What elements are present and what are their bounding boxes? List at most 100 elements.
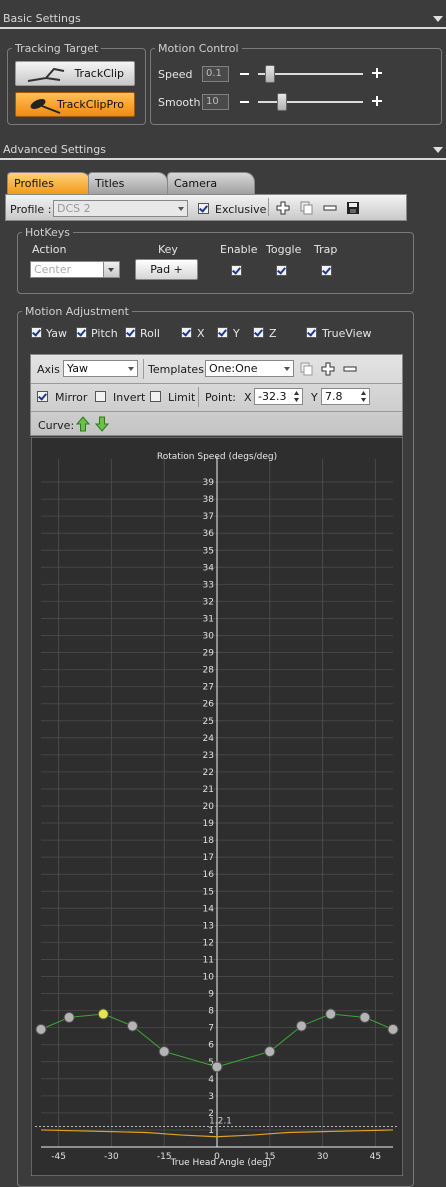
y-tick-label: 25 <box>203 717 214 727</box>
divider <box>0 158 446 160</box>
y-tick-label: 16 <box>203 870 215 880</box>
x-tick-label: -15 <box>157 1152 172 1162</box>
speed-decrease-icon[interactable] <box>240 73 249 75</box>
collapse-arrow-icon[interactable] <box>433 147 443 153</box>
exclusive-checkbox[interactable] <box>198 203 209 214</box>
trackclippro-icon <box>30 99 61 114</box>
tab-profiles[interactable]: Profiles <box>7 172 91 194</box>
trackclippro-button[interactable]: TrackClipPro <box>15 92 135 117</box>
x-tick-label: 30 <box>317 1152 329 1162</box>
y-tick-label: 8 <box>208 1007 214 1017</box>
curve-up-icon[interactable] <box>76 416 90 432</box>
y-tick-label: 23 <box>203 751 214 761</box>
chevron-down-icon <box>284 367 290 371</box>
y-checkbox[interactable] <box>217 327 228 338</box>
copy-template-icon[interactable] <box>300 362 314 376</box>
save-icon[interactable] <box>346 201 360 215</box>
trueview-checkbox[interactable] <box>306 327 317 338</box>
y-tick-label: 33 <box>203 580 214 590</box>
tab-titles[interactable]: Titles <box>88 172 168 194</box>
basic-settings-title: Basic Settings <box>3 12 81 25</box>
speed-slider-thumb[interactable] <box>264 65 275 83</box>
copy-profile-icon[interactable] <box>300 201 314 215</box>
spinner-arrows-icon[interactable] <box>360 390 367 403</box>
curve-point-selected <box>97 1008 109 1020</box>
toggle-checkbox[interactable] <box>276 265 287 276</box>
y-tick-label: 13 <box>203 921 214 931</box>
smooth-increase-icon[interactable] <box>372 96 382 106</box>
y-tick-label: 36 <box>203 529 215 539</box>
axis-select[interactable]: Yaw <box>63 360 138 377</box>
trap-column-header: Trap <box>314 243 338 256</box>
pitch-checkbox[interactable] <box>76 327 87 338</box>
yaw-checkbox[interactable] <box>31 327 42 338</box>
tab-camera[interactable]: Camera <box>167 172 255 194</box>
smooth-slider[interactable] <box>258 101 363 103</box>
y-coord-spinner[interactable]: 7.8 <box>321 388 370 405</box>
y-tick-label: 27 <box>203 683 214 693</box>
curve-point <box>211 1061 223 1073</box>
y-coord-label: Y <box>311 391 318 404</box>
axis-label: Axis <box>37 363 60 376</box>
tab-camera-label: Camera <box>174 177 218 190</box>
y-tick-label: 12 <box>203 938 214 948</box>
smooth-decrease-icon[interactable] <box>240 101 249 103</box>
curve-point <box>387 1023 399 1035</box>
key-button[interactable]: Pad + <box>135 259 198 280</box>
tracking-target-legend: Tracking Target <box>15 42 99 55</box>
curve-point <box>264 1046 276 1058</box>
action-select-placeholder: Center <box>34 263 72 276</box>
x-coord-label: X <box>244 391 252 404</box>
profile-select[interactable]: DCS 2 <box>53 200 188 217</box>
advanced-settings-header[interactable]: Advanced Settings <box>0 139 446 161</box>
remove-profile-icon[interactable] <box>323 201 337 215</box>
curve-down-icon[interactable] <box>95 416 109 432</box>
chevron-down-icon <box>128 367 134 371</box>
x-checkbox[interactable] <box>181 327 192 338</box>
spinner-arrows-icon[interactable] <box>293 390 300 403</box>
speed-value[interactable]: 0.1 <box>202 66 229 82</box>
enable-checkbox[interactable] <box>231 265 242 276</box>
remove-template-icon[interactable] <box>343 362 357 376</box>
smooth-slider-thumb[interactable] <box>277 93 287 111</box>
limit-label: Limit <box>168 391 196 404</box>
basic-settings-header[interactable]: Basic Settings <box>0 8 446 30</box>
roll-checkbox[interactable] <box>125 327 136 338</box>
y-tick-label: 37 <box>203 512 214 522</box>
limit-checkbox[interactable] <box>150 391 161 402</box>
x-coord-spinner[interactable]: -32.3 <box>254 388 303 405</box>
speed-increase-icon[interactable] <box>372 68 382 78</box>
z-checkbox[interactable] <box>253 327 264 338</box>
add-template-icon[interactable] <box>321 362 335 376</box>
y-tick-label: 9 <box>208 990 214 1000</box>
action-dropdown-button[interactable] <box>103 261 120 278</box>
y-tick-label: 29 <box>203 649 215 659</box>
templates-label: Templates <box>148 363 204 376</box>
y-tick-label: 20 <box>203 802 215 812</box>
templates-select[interactable]: One:One <box>205 360 294 377</box>
collapse-arrow-icon[interactable] <box>433 16 443 22</box>
exclusive-label: Exclusive <box>215 203 267 216</box>
y-tick-label: 11 <box>203 955 214 965</box>
y-tick-label: 26 <box>203 700 215 710</box>
trap-checkbox[interactable] <box>321 265 332 276</box>
curve-chart[interactable]: 1234567891011121314151617181920212223242… <box>31 437 403 1176</box>
z-label: Z <box>269 327 277 340</box>
y-tick-label: 14 <box>203 904 215 914</box>
y-tick-label: 7 <box>208 1024 214 1034</box>
mirror-checkbox[interactable] <box>37 391 48 402</box>
y-tick-label: 15 <box>203 887 214 897</box>
add-profile-icon[interactable] <box>276 201 290 215</box>
smooth-value[interactable]: 10 <box>202 94 229 110</box>
invert-checkbox[interactable] <box>95 391 106 402</box>
trackclip-icon <box>27 67 65 82</box>
threshold-annotation: 1.2.1 <box>209 1117 232 1127</box>
tab-titles-label: Titles <box>95 177 125 190</box>
trackclip-button[interactable]: TrackClip <box>15 61 135 86</box>
profile-select-value: DCS 2 <box>57 202 91 215</box>
x-tick-label: -45 <box>51 1152 66 1162</box>
separator <box>143 359 144 379</box>
motion-adjustment-legend: Motion Adjustment <box>25 305 129 318</box>
point-label: Point: <box>205 391 237 404</box>
y-tick-label: 6 <box>208 1041 214 1051</box>
